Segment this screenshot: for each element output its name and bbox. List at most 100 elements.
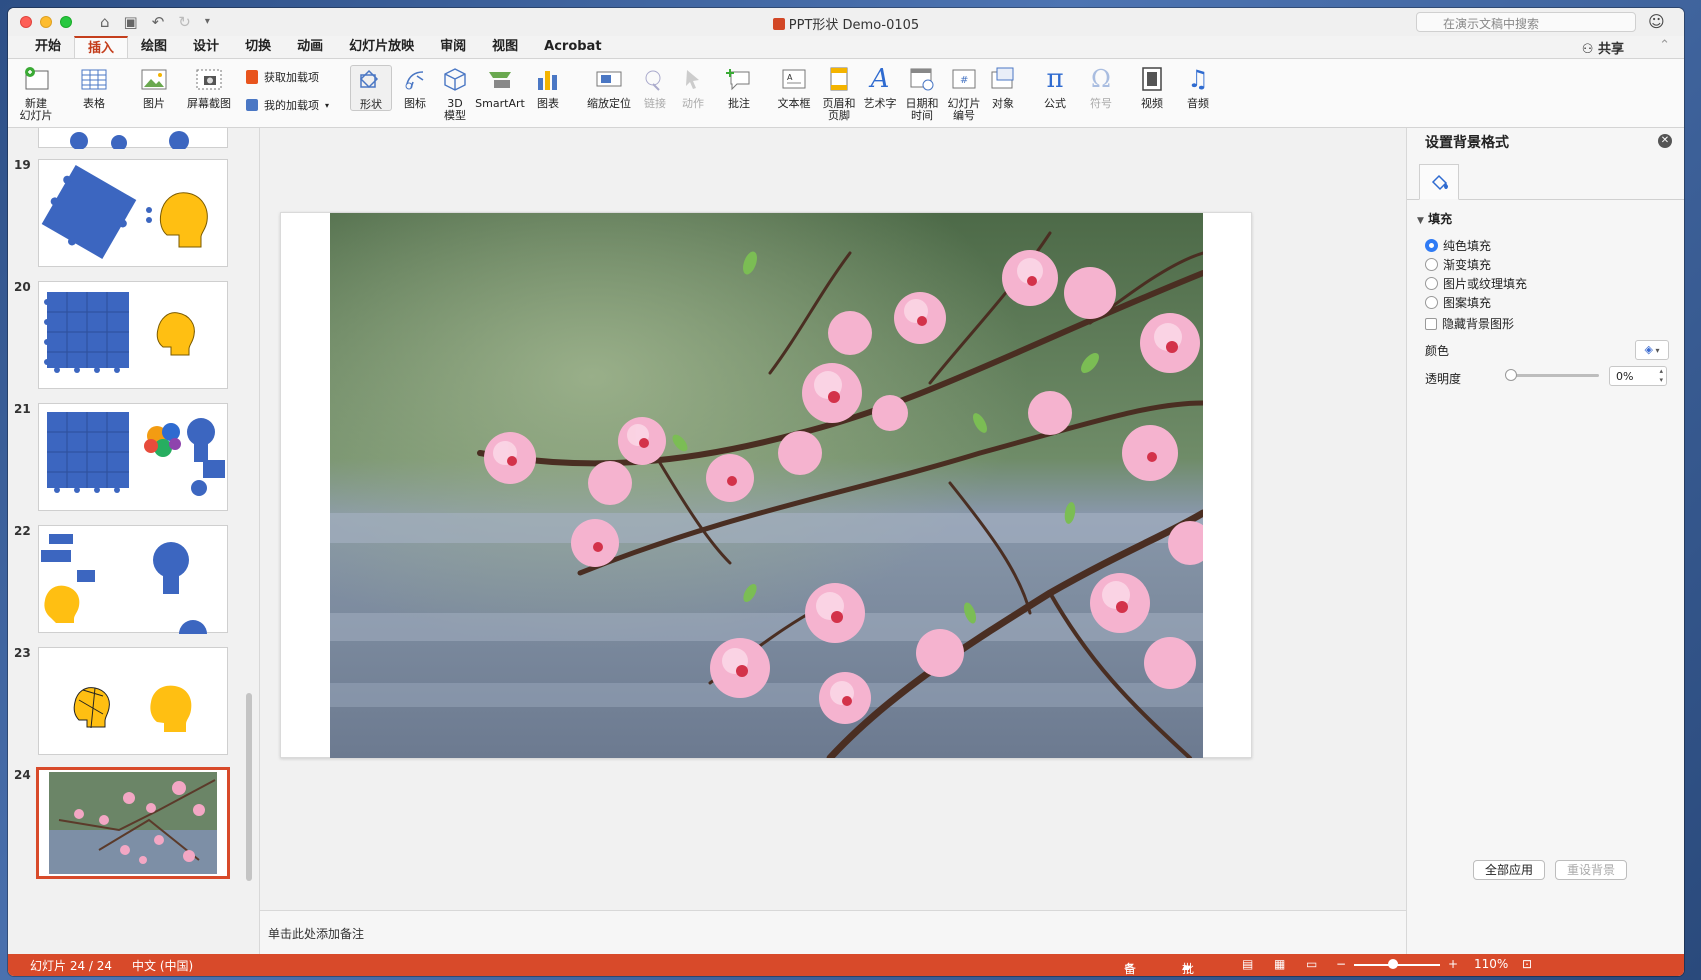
close-pane-icon[interactable]: ✕ <box>1658 134 1672 148</box>
table-icon <box>79 65 109 93</box>
chevron-down-icon: ▾ <box>325 100 330 110</box>
screenshot-button[interactable]: 屏幕截图 <box>184 65 234 110</box>
gradient-fill-radio[interactable]: 渐变填充 <box>1425 256 1491 273</box>
icons-button[interactable]: 图标 <box>398 65 432 110</box>
smartart-button[interactable]: SmartArt <box>474 65 526 110</box>
slide-thumbnail-19[interactable] <box>38 159 228 267</box>
textbox-button[interactable]: A 文本框 <box>774 65 814 110</box>
chart-button[interactable]: 图表 <box>528 65 568 110</box>
tab-animations[interactable]: 动画 <box>284 36 336 58</box>
header-footer-icon <box>824 65 854 93</box>
share-button[interactable]: ⚇ 共享 <box>1582 38 1624 57</box>
stepper-arrows-icon[interactable]: ▴ ▾ <box>1659 367 1663 385</box>
pattern-fill-radio[interactable]: 图案填充 <box>1425 294 1491 311</box>
transparency-slider[interactable] <box>1507 374 1599 377</box>
add-person-icon: ⚇ <box>1581 42 1594 57</box>
zoom-out-icon[interactable]: − <box>1336 957 1346 971</box>
shapes-button[interactable]: 形状 <box>350 65 392 111</box>
reset-background-button[interactable]: 重设背景 <box>1555 860 1627 880</box>
status-bar: 幻灯片 24 / 24 中文 (中国) ≡ 备注 ▰ 批注 ▤ ▦ ▭ − + … <box>8 954 1684 976</box>
symbol-button[interactable]: Ω 符号 <box>1084 65 1118 110</box>
store-icon <box>246 70 258 84</box>
slide-thumbnail-24[interactable] <box>36 767 230 879</box>
omega-icon: Ω <box>1091 65 1111 93</box>
color-picker-button[interactable]: ◈ ▾ <box>1635 340 1669 360</box>
fit-to-window-icon[interactable]: ⊡ <box>1522 957 1532 971</box>
new-slide-icon <box>21 65 51 93</box>
object-icon <box>988 65 1018 93</box>
slideshow-view-icon[interactable]: ▭ <box>1306 957 1317 971</box>
radio-selected <box>1425 239 1438 252</box>
tab-view[interactable]: 视图 <box>479 36 531 58</box>
zoom-level[interactable]: 110% <box>1474 957 1508 971</box>
tab-design[interactable]: 设计 <box>180 36 232 58</box>
wordart-button[interactable]: A 艺术字 <box>862 65 898 110</box>
notes-input[interactable]: 单击此处添加备注 <box>260 910 1406 954</box>
audio-button[interactable]: ♫ 音频 <box>1178 65 1218 110</box>
comment-button[interactable]: 批注 <box>722 65 756 110</box>
picture-texture-fill-radio[interactable]: 图片或纹理填充 <box>1425 275 1527 292</box>
my-addins-button[interactable]: 我的加载项 ▾ <box>246 97 329 113</box>
feedback-smiley-icon[interactable]: ☺ <box>1648 12 1665 31</box>
date-time-button[interactable]: 日期和 时间 <box>902 65 942 122</box>
apply-to-all-button[interactable]: 全部应用 <box>1473 860 1545 880</box>
slide-sorter-view-icon[interactable]: ▦ <box>1274 957 1285 971</box>
tab-draw[interactable]: 绘图 <box>128 36 180 58</box>
transparency-slider-knob[interactable] <box>1505 369 1517 381</box>
header-footer-button[interactable]: 页眉和 页脚 <box>818 65 860 122</box>
picture-icon <box>139 65 169 93</box>
fill-category-tab[interactable] <box>1419 164 1459 200</box>
radio-unselected <box>1425 258 1438 271</box>
collapse-ribbon-icon[interactable]: ⌃ <box>1659 38 1670 53</box>
powerpoint-window: ⌂ ▣ ↶ ↻ ▾ PPT形状 Demo-0105 在演示文稿中搜索 ☺ 开始 … <box>8 8 1684 976</box>
slide-thumbnail-22[interactable] <box>38 525 228 634</box>
transparency-spinner[interactable]: 0% ▴ ▾ <box>1609 366 1667 386</box>
ribbon-insert: 新建 幻灯片 表格 图片 屏幕截图 获取加载项 我的加载项 ▾ 形状 图标 3D… <box>8 58 1684 128</box>
slide-thumbnail-20[interactable] <box>38 281 228 389</box>
addins-cube-icon <box>246 99 258 111</box>
zoom-slider-knob[interactable] <box>1387 959 1398 969</box>
shapes-icon <box>356 66 386 94</box>
slide-number-button[interactable]: # 幻灯片 编号 <box>944 65 984 122</box>
color-label: 颜色 <box>1425 344 1450 358</box>
wordart-icon: A <box>870 64 890 94</box>
thumbnail-scrollbar[interactable] <box>246 693 252 881</box>
hide-background-graphics-checkbox[interactable]: 隐藏背景图形 <box>1425 315 1514 332</box>
zoom-button[interactable]: 缩放定位 <box>584 65 634 110</box>
normal-view-icon[interactable]: ▤ <box>1242 957 1253 971</box>
video-button[interactable]: 视频 <box>1132 65 1172 110</box>
slide-thumbnail-21[interactable] <box>38 403 228 511</box>
equation-button[interactable]: π 公式 <box>1036 65 1074 110</box>
language-indicator[interactable]: 中文 (中国) <box>132 957 193 974</box>
zoom-in-icon[interactable]: + <box>1448 957 1458 971</box>
tab-slideshow[interactable]: 幻灯片放映 <box>336 36 427 58</box>
tab-review[interactable]: 审阅 <box>427 36 479 58</box>
get-addins-button[interactable]: 获取加载项 <box>246 69 319 85</box>
slide-thumbnail-23[interactable] <box>38 647 228 755</box>
action-button[interactable]: 动作 <box>676 65 710 110</box>
music-note-icon: ♫ <box>1187 65 1209 93</box>
zoom-slide-icon <box>594 65 624 93</box>
search-input[interactable]: 在演示文稿中搜索 <box>1416 12 1636 32</box>
title-bar: ⌂ ▣ ↶ ↻ ▾ PPT形状 Demo-0105 在演示文稿中搜索 ☺ <box>8 8 1684 36</box>
tab-home[interactable]: 开始 <box>22 36 74 58</box>
slide-thumbnail-pane[interactable]: 19 20 21 22 23 24 <box>8 128 260 954</box>
tab-acrobat[interactable]: Acrobat <box>531 36 614 58</box>
tab-insert[interactable]: 插入 <box>74 36 129 58</box>
slide-thumbnail-18[interactable] <box>38 128 228 151</box>
solid-fill-radio[interactable]: 纯色填充 <box>1425 237 1491 254</box>
powerpoint-file-icon <box>772 18 785 30</box>
transparency-label: 透明度 <box>1425 372 1462 386</box>
object-button[interactable]: 对象 <box>986 65 1020 110</box>
slide-background-photo[interactable] <box>330 213 1203 758</box>
smartart-icon <box>485 65 515 93</box>
table-button[interactable]: 表格 <box>74 65 114 110</box>
fill-section-header[interactable]: ▼ 填充 <box>1417 210 1452 227</box>
3d-models-button[interactable]: 3D 模型 <box>438 65 472 122</box>
slide-editor[interactable]: 单击此处添加备注 <box>260 128 1406 954</box>
tab-transitions[interactable]: 切换 <box>232 36 284 58</box>
new-slide-button[interactable]: 新建 幻灯片 <box>16 65 56 122</box>
pane-category-bar <box>1407 164 1684 200</box>
link-button[interactable]: 链接 <box>638 65 672 110</box>
picture-button[interactable]: 图片 <box>134 65 174 110</box>
